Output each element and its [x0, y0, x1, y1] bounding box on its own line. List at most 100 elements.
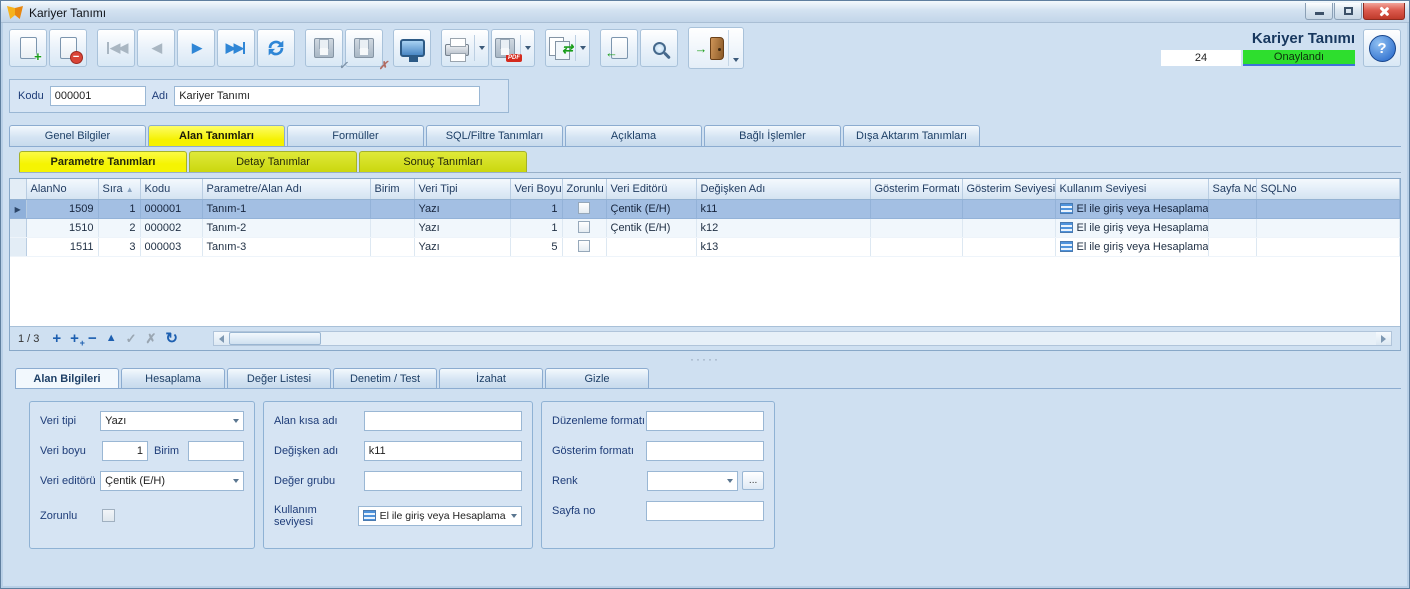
cell-kullanim_seviyesi[interactable]: El ile giriş veya Hesaplama: [1055, 199, 1208, 218]
veri-tipi-combo[interactable]: Yazı: [100, 411, 244, 431]
exit-dropdown[interactable]: [728, 30, 742, 66]
renk-combo[interactable]: [647, 471, 738, 491]
cell-kodu[interactable]: 000001: [140, 199, 202, 218]
cancel-edit-button[interactable]: ✗: [146, 332, 157, 345]
tab-genel-bilgiler[interactable]: Genel Bilgiler: [9, 125, 146, 146]
save-button[interactable]: ✓: [305, 29, 343, 67]
column-header-veri_tipi[interactable]: Veri Tipi: [414, 179, 510, 199]
cell-gosterim_seviyesi[interactable]: [962, 199, 1055, 218]
column-header-alan_no[interactable]: AlanNo: [26, 179, 98, 199]
sayfa-no-input[interactable]: [646, 501, 764, 521]
tab-alan-tanımları[interactable]: Alan Tanımları: [148, 125, 285, 146]
column-header-birim[interactable]: Birim: [370, 179, 414, 199]
cell-parametre_alan_adi[interactable]: Tanım-1: [202, 199, 370, 218]
cell-veri_editoru[interactable]: [606, 237, 696, 256]
help-button[interactable]: ?: [1363, 29, 1401, 67]
insert-row-button[interactable]: ++: [70, 331, 79, 346]
cell-kodu[interactable]: 000002: [140, 218, 202, 237]
grid-row[interactable]: ▶15091000001Tanım-1Yazı1Çentik (E/H)k11E…: [10, 199, 1400, 218]
cell-sql_no[interactable]: [1256, 199, 1400, 218]
column-header-kodu[interactable]: Kodu: [140, 179, 202, 199]
zorunlu-checkbox[interactable]: [578, 221, 590, 233]
detail-tab-denetim-test[interactable]: Denetim / Test: [333, 368, 437, 388]
tab-dışa-aktarım-tanımları[interactable]: Dışa Aktarım Tanımları: [843, 125, 980, 146]
cell-veri_tipi[interactable]: Yazı: [414, 199, 510, 218]
refresh-rows-button[interactable]: ↻: [165, 331, 178, 346]
cell-sayfa_no[interactable]: [1208, 218, 1256, 237]
last-record-button[interactable]: ▶▶: [217, 29, 255, 67]
first-record-button[interactable]: ◀◀: [97, 29, 135, 67]
cell-kullanim_seviyesi[interactable]: El ile giriş veya Hesaplama: [1055, 218, 1208, 237]
cell-gosterim_seviyesi[interactable]: [962, 218, 1055, 237]
column-header-degisken_adi[interactable]: Değişken Adı: [696, 179, 870, 199]
maximize-button[interactable]: [1334, 3, 1362, 20]
tab-formüller[interactable]: Formüller: [287, 125, 424, 146]
zorunlu-checkbox[interactable]: [578, 240, 590, 252]
renk-picker-button[interactable]: ...: [742, 471, 764, 490]
record-transfer-button[interactable]: ⇄: [545, 29, 590, 67]
save-and-close-button[interactable]: ✗: [345, 29, 383, 67]
scrollbar-track[interactable]: [229, 332, 1376, 345]
panel-splitter[interactable]: ·····: [1, 351, 1409, 366]
column-header-veri_boyu[interactable]: Veri Boyu: [510, 179, 562, 199]
import-button[interactable]: ←: [600, 29, 638, 67]
cell-alan_no[interactable]: 1511: [26, 237, 98, 256]
column-header-sql_no[interactable]: SQLNo: [1256, 179, 1400, 199]
grid-row[interactable]: 15113000003Tanım-3Yazı5k13El ile giriş v…: [10, 237, 1400, 256]
delete-record-button[interactable]: −: [49, 29, 87, 67]
cell-degisken_adi[interactable]: k12: [696, 218, 870, 237]
column-header-veri_editoru[interactable]: Veri Editörü: [606, 179, 696, 199]
cell-parametre_alan_adi[interactable]: Tanım-3: [202, 237, 370, 256]
cell-gosterim_seviyesi[interactable]: [962, 237, 1055, 256]
gosterim-formati-input[interactable]: [646, 441, 764, 461]
minimize-button[interactable]: [1305, 3, 1333, 20]
cell-veri_editoru[interactable]: Çentik (E/H): [606, 199, 696, 218]
cell-gosterim_formati[interactable]: [870, 218, 962, 237]
detail-tab-i̇zahat[interactable]: İzahat: [439, 368, 543, 388]
column-header-parametre_alan_adi[interactable]: Parametre/Alan Adı: [202, 179, 370, 199]
column-header-kullanim_seviyesi[interactable]: Kullanım Seviyesi: [1055, 179, 1208, 199]
new-record-button[interactable]: +: [9, 29, 47, 67]
subtab-parametre-tanımları[interactable]: Parametre Tanımları: [19, 151, 187, 172]
cell-sira[interactable]: 1: [98, 199, 140, 218]
cell-sira[interactable]: 2: [98, 218, 140, 237]
delete-row-button[interactable]: −: [88, 331, 97, 346]
column-header-gosterim_formati[interactable]: Gösterim Formatı: [870, 179, 962, 199]
subtab-sonuç-tanımları[interactable]: Sonuç Tanımları: [359, 151, 527, 172]
edit-row-button[interactable]: ▲: [106, 333, 117, 344]
print-dropdown[interactable]: [474, 35, 485, 61]
grid-scroll-area[interactable]: AlanNoSıra▲KoduParametre/Alan AdıBirimVe…: [10, 179, 1400, 326]
detail-tab-alan-bilgileri[interactable]: Alan Bilgileri: [15, 368, 119, 388]
previous-record-button[interactable]: ◀: [137, 29, 175, 67]
next-record-button[interactable]: ▶: [177, 29, 215, 67]
veri-editoru-combo[interactable]: Çentik (E/H): [100, 471, 244, 491]
scroll-right-button[interactable]: [1376, 332, 1391, 345]
cell-veri_tipi[interactable]: Yazı: [414, 218, 510, 237]
column-header-zorunlu[interactable]: Zorunlu: [562, 179, 606, 199]
cell-sql_no[interactable]: [1256, 218, 1400, 237]
column-header-gosterim_seviyesi[interactable]: Gösterim Seviyesi: [962, 179, 1055, 199]
cell-alan_no[interactable]: 1509: [26, 199, 98, 218]
cell-alan_no[interactable]: 1510: [26, 218, 98, 237]
cell-veri_boyu[interactable]: 5: [510, 237, 562, 256]
degisken-adi-input[interactable]: [364, 441, 522, 461]
zorunlu-checkbox[interactable]: [102, 509, 115, 522]
search-button[interactable]: [640, 29, 678, 67]
cell-veri_boyu[interactable]: 1: [510, 218, 562, 237]
veri-boyu-input[interactable]: [102, 441, 148, 461]
duzenleme-formati-input[interactable]: [646, 411, 764, 431]
cell-sayfa_no[interactable]: [1208, 237, 1256, 256]
cell-gosterim_formati[interactable]: [870, 199, 962, 218]
cell-kodu[interactable]: 000003: [140, 237, 202, 256]
zorunlu-checkbox[interactable]: [578, 202, 590, 214]
birim-input[interactable]: [188, 441, 244, 461]
cell-degisken_adi[interactable]: k13: [696, 237, 870, 256]
cell-veri_boyu[interactable]: 1: [510, 199, 562, 218]
cell-sira[interactable]: 3: [98, 237, 140, 256]
cell-birim[interactable]: [370, 199, 414, 218]
cell-sayfa_no[interactable]: [1208, 199, 1256, 218]
transfer-dropdown[interactable]: [575, 35, 586, 61]
close-button[interactable]: [1363, 3, 1405, 20]
adi-input[interactable]: [174, 86, 480, 106]
cell-zorunlu[interactable]: [562, 237, 606, 256]
